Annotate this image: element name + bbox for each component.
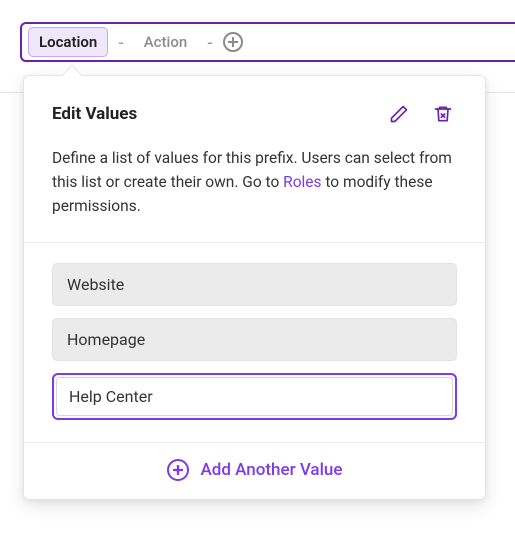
- separator-dash: -: [207, 33, 212, 52]
- trash-icon: [433, 103, 453, 125]
- list-item[interactable]: Homepage: [52, 318, 457, 361]
- add-another-value-label: Add Another Value: [201, 460, 343, 480]
- popover-description: Define a list of values for this prefix.…: [24, 128, 485, 243]
- value-input[interactable]: [56, 377, 453, 416]
- plus-icon: [228, 37, 238, 47]
- plus-circle-icon: [167, 459, 189, 481]
- popover-title: Edit Values: [52, 104, 369, 124]
- edit-button[interactable]: [385, 100, 413, 128]
- delete-button[interactable]: [429, 100, 457, 128]
- list-item[interactable]: Website: [52, 263, 457, 306]
- values-list: Website Homepage: [24, 243, 485, 443]
- prefix-chip-location[interactable]: Location: [28, 27, 108, 57]
- pencil-icon: [389, 104, 409, 124]
- add-another-value-button[interactable]: Add Another Value: [24, 443, 485, 499]
- popover-header: Edit Values: [24, 76, 485, 128]
- prefix-rail: Location - Action -: [20, 22, 515, 62]
- add-prefix-button[interactable]: [223, 32, 243, 52]
- prefix-chip-action[interactable]: Action: [134, 27, 197, 57]
- plus-icon: [173, 465, 183, 475]
- edit-values-popover: Edit Values Define a list of values for …: [23, 75, 486, 500]
- value-input-focus-ring: [52, 373, 457, 420]
- roles-link[interactable]: Roles: [283, 173, 321, 191]
- separator-dash: -: [118, 33, 123, 52]
